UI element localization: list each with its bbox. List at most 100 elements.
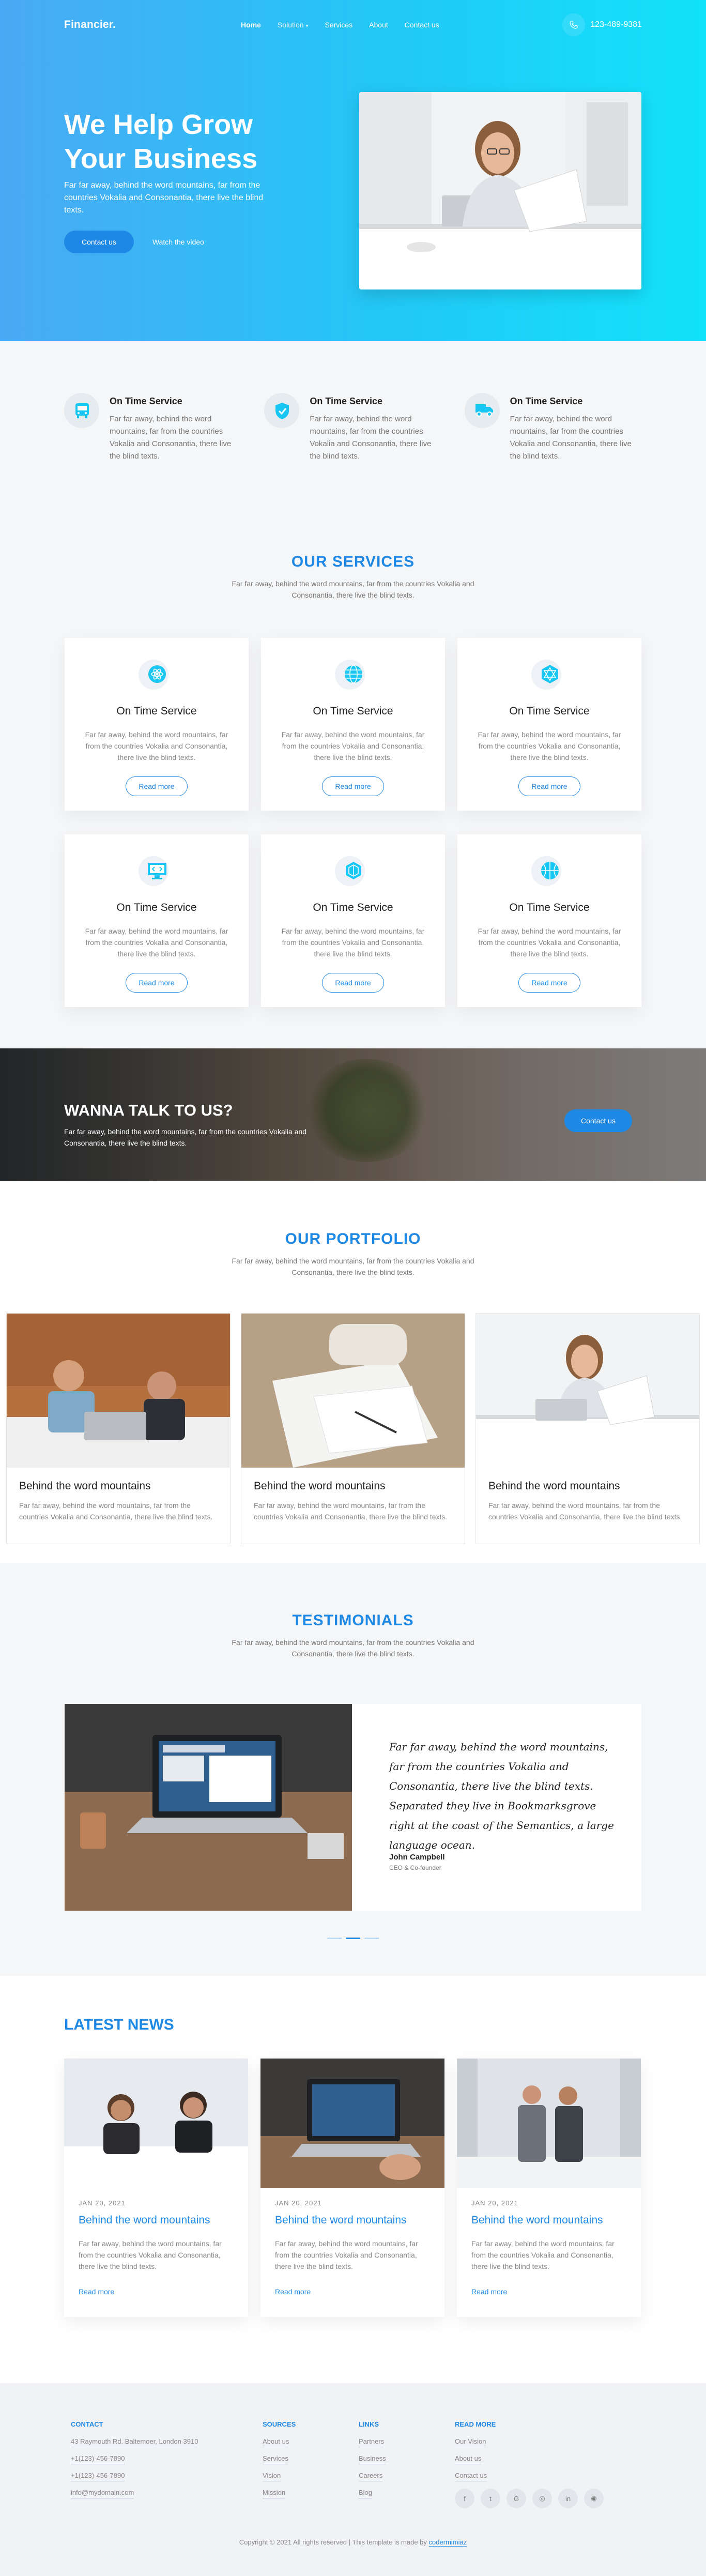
news-image[interactable] [457, 2059, 641, 2188]
hero-actions: Contact us Watch the video [64, 231, 204, 253]
footer-link[interactable]: Careers [359, 2472, 383, 2481]
news-date: JAN 20, 2021 [79, 2199, 126, 2207]
read-more-button[interactable]: Read more [126, 973, 188, 993]
read-more-button[interactable]: Read more [322, 776, 384, 796]
carousel-dots [0, 1938, 706, 1939]
news-image[interactable] [260, 2059, 444, 2188]
news-section: LATEST NEWS JAN 20, 2021 Behind the word… [0, 1976, 706, 2383]
footer-phone-link[interactable]: +1(123)-456-7890 [71, 2455, 125, 2464]
portfolio-item-title: Behind the word mountains [254, 1480, 386, 1492]
footer-link[interactable]: Partners [359, 2437, 385, 2447]
twitter-icon[interactable]: t [481, 2489, 500, 2508]
news-image[interactable] [64, 2059, 248, 2188]
footer-email-link[interactable]: info@mydomain.com [71, 2489, 134, 2498]
nav-link-solution[interactable]: Solution ▾ [278, 21, 309, 29]
feature-title: On Time Service [310, 396, 383, 406]
services-grid: On Time Service Far far away, behind the… [0, 638, 706, 1007]
truck-icon [464, 393, 500, 428]
services-subtitle: Far far away, behind the word mountains,… [232, 580, 474, 599]
news-read-more-link[interactable]: Read more [79, 2288, 114, 2296]
carousel-dot[interactable] [327, 1938, 342, 1939]
news-item-text: Far far away, behind the word mountains,… [275, 2239, 418, 2270]
facebook-icon[interactable]: f [455, 2489, 474, 2508]
nav-phone[interactable]: 123-489-9381 [562, 13, 642, 36]
google-icon[interactable]: G [507, 2489, 526, 2508]
footer-link[interactable]: Services [263, 2455, 288, 2464]
nav-link-about[interactable]: About [369, 21, 388, 29]
carousel-dot[interactable] [364, 1938, 379, 1939]
footer-link[interactable]: Our Vision [455, 2437, 486, 2447]
phone-number: 123-489-9381 [590, 20, 642, 29]
footer-link[interactable]: Vision [263, 2472, 281, 2481]
linkedin-icon[interactable]: in [558, 2489, 578, 2508]
portfolio-card[interactable]: Behind the word mountains Far far away, … [475, 1313, 700, 1544]
feature-text: Far far away, behind the word mountains,… [310, 415, 432, 461]
testimonials-title: TESTIMONIALS [292, 1612, 414, 1629]
hero-text: Far far away, behind the word mountains,… [64, 181, 264, 215]
cta-contact-button[interactable]: Contact us [564, 1109, 632, 1132]
author-link[interactable]: codermimiaz [428, 2538, 467, 2547]
hero-title: We Help Grow Your Business [64, 109, 258, 174]
portfolio-title: OUR PORTFOLIO [285, 1230, 421, 1247]
watch-video-link[interactable]: Watch the video [152, 238, 204, 246]
testimonial-author: John Campbell [389, 1853, 445, 1862]
footer-link[interactable]: About us [455, 2455, 482, 2464]
carousel-dot-active[interactable] [346, 1938, 360, 1939]
news-item-title[interactable]: Behind the word mountains [275, 2214, 430, 2227]
portfolio-card[interactable]: Behind the word mountains Far far away, … [6, 1313, 231, 1544]
services-section: OUR SERVICES Far far away, behind the wo… [0, 504, 706, 1048]
hero-section: Financier. Home Solution ▾ Services Abou… [0, 0, 706, 341]
footer-phone-link[interactable]: +1(123)-456-7890 [71, 2472, 125, 2481]
service-title: On Time Service [116, 902, 197, 913]
portfolio-item-title: Behind the word mountains [19, 1480, 151, 1492]
testimonial-role: CEO & Co-founder [389, 1864, 441, 1871]
read-more-button[interactable]: Read more [126, 776, 188, 796]
portfolio-item-title: Behind the word mountains [488, 1480, 620, 1492]
footer-link[interactable]: Blog [359, 2489, 373, 2498]
service-card: On Time Service Far far away, behind the… [65, 834, 249, 1007]
portfolio-section: OUR PORTFOLIO Far far away, behind the w… [0, 1181, 706, 1563]
footer-link[interactable]: About us [263, 2437, 289, 2447]
service-card: On Time Service Far far away, behind the… [457, 638, 641, 811]
testimonials-section: TESTIMONIALS Far far away, behind the wo… [0, 1563, 706, 1976]
portfolio-card[interactable]: Behind the word mountains Far far away, … [241, 1313, 465, 1544]
service-text: Far far away, behind the word mountains,… [478, 730, 621, 761]
service-text: Far far away, behind the word mountains,… [85, 927, 228, 958]
brand-logo[interactable]: Financier. [64, 19, 116, 31]
footer-link[interactable]: Contact us [455, 2472, 487, 2481]
testimonial-card: Far far away, behind the word mountains,… [65, 1704, 641, 1911]
news-read-more-link[interactable]: Read more [275, 2288, 311, 2296]
read-more-button[interactable]: Read more [518, 776, 580, 796]
portfolio-item-text: Far far away, behind the word mountains,… [488, 1501, 682, 1521]
news-card: JAN 20, 2021 Behind the word mountains F… [64, 2059, 248, 2317]
news-date: JAN 20, 2021 [275, 2199, 322, 2207]
footer-link[interactable]: Business [359, 2455, 386, 2464]
cta-title: WANNA TALK TO US? [64, 1101, 233, 1119]
nav-link-home[interactable]: Home [241, 21, 261, 29]
news-grid: JAN 20, 2021 Behind the word mountains F… [64, 2059, 642, 2317]
nav-link-services[interactable]: Services [325, 21, 352, 29]
hero-contact-button[interactable]: Contact us [64, 231, 134, 253]
news-item-title[interactable]: Behind the word mountains [471, 2214, 626, 2227]
service-card: On Time Service Far far away, behind the… [457, 834, 641, 1007]
dribbble-icon[interactable]: ◉ [584, 2489, 604, 2508]
nav-link-contact[interactable]: Contact us [405, 21, 439, 29]
portfolio-subtitle: Far far away, behind the word mountains,… [232, 1257, 474, 1276]
read-more-button[interactable]: Read more [518, 973, 580, 993]
testimonials-subtitle: Far far away, behind the word mountains,… [232, 1638, 474, 1658]
service-text: Far far away, behind the word mountains,… [281, 730, 425, 761]
news-item-title[interactable]: Behind the word mountains [79, 2214, 234, 2227]
read-more-button[interactable]: Read more [322, 973, 384, 993]
instagram-icon[interactable]: ◎ [532, 2489, 552, 2508]
phone-icon [562, 13, 586, 36]
portfolio-image [7, 1314, 230, 1468]
footer-link[interactable]: Mission [263, 2489, 286, 2498]
service-title: On Time Service [313, 705, 393, 717]
nav-link-solution-label: Solution [277, 20, 304, 29]
chevron-down-icon: ▾ [305, 23, 309, 29]
feature-text: Far far away, behind the word mountains,… [110, 415, 232, 461]
news-read-more-link[interactable]: Read more [471, 2288, 507, 2296]
footer: CONTACT 43 Raymouth Rd. Baltemoer, Londo… [0, 2383, 706, 2576]
portfolio-image [476, 1314, 699, 1468]
news-card: JAN 20, 2021 Behind the word mountains F… [260, 2059, 444, 2317]
